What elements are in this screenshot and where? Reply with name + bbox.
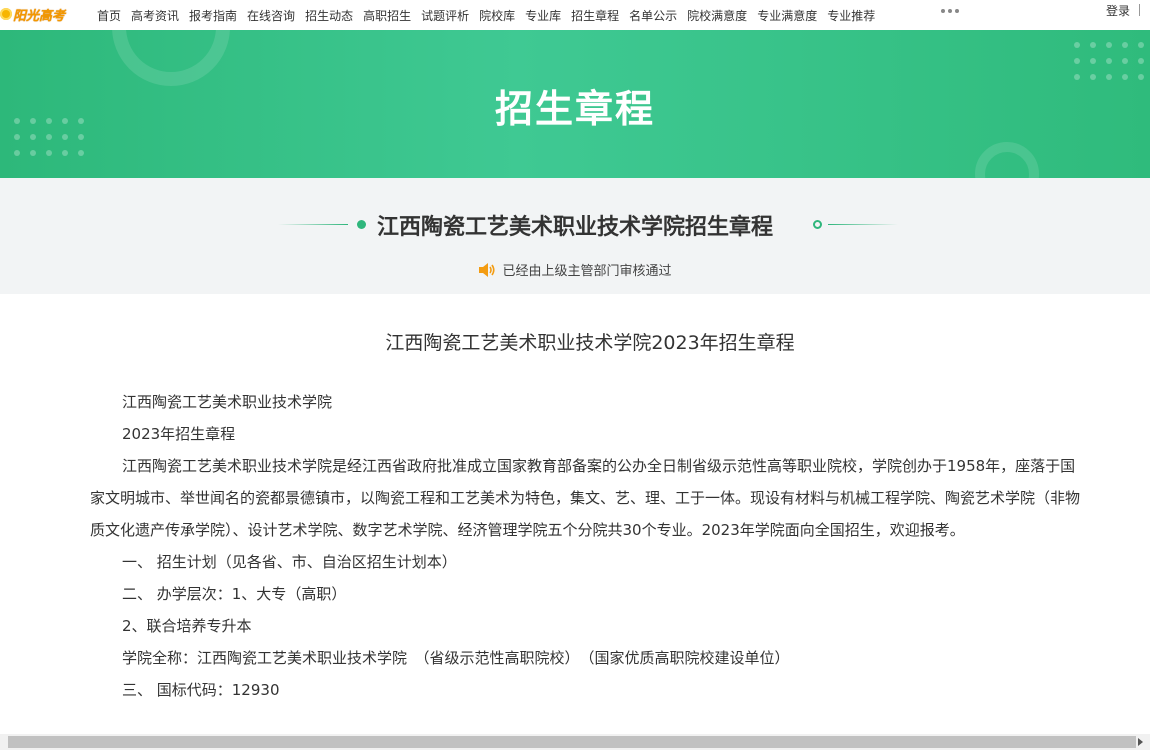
- verification-notice: 已经由上级主管部门审核通过: [0, 260, 1150, 279]
- verification-text: 已经由上级主管部门审核通过: [502, 264, 672, 279]
- nav-item-guide[interactable]: 报考指南: [184, 7, 242, 24]
- nav-item-exam-analysis[interactable]: 试题评析: [416, 7, 474, 24]
- decorative-line-right: [828, 224, 898, 225]
- decorative-ring: [975, 142, 1039, 178]
- nav-item-major-recommend[interactable]: 专业推荐: [822, 7, 880, 24]
- more-menu-icon[interactable]: [941, 9, 959, 13]
- paragraph: 2023年招生章程: [122, 425, 236, 443]
- paragraph: 三、 国标代码：12930: [122, 681, 280, 699]
- paragraph: 学院全称：江西陶瓷工艺美术职业技术学院 （省级示范性高职院校） （国家优质高职院…: [122, 649, 790, 667]
- article-title: 江西陶瓷工艺美术职业技术学院2023年招生章程: [385, 332, 795, 354]
- school-title: 江西陶瓷工艺美术职业技术学院招生章程: [376, 215, 773, 240]
- nav-item-admission-news[interactable]: 招生动态: [300, 7, 358, 24]
- site-logo[interactable]: 阳光高考: [0, 3, 65, 25]
- paragraph: 二、 办学层次：1、大专（高职）: [122, 585, 347, 603]
- nav-item-school-satisfaction[interactable]: 院校满意度: [682, 7, 752, 24]
- nav-menu: 首页 高考资讯 报考指南 在线咨询 招生动态 高职招生 试题评析 院校库 专业库…: [92, 0, 880, 30]
- horizontal-scrollbar[interactable]: [0, 734, 1150, 750]
- decorative-dot-right: [813, 220, 822, 229]
- paragraph: 2、联合培养专升本: [122, 617, 252, 635]
- scroll-right-arrow-icon[interactable]: [1138, 738, 1143, 746]
- top-navbar: 阳光高考 首页 高考资讯 报考指南 在线咨询 招生动态 高职招生 试题评析 院校…: [0, 0, 1150, 31]
- nav-item-consult[interactable]: 在线咨询: [242, 7, 300, 24]
- nav-item-vocational[interactable]: 高职招生: [358, 7, 416, 24]
- article-body: 江西陶瓷工艺美术职业技术学院 2023年招生章程 江西陶瓷工艺美术职业技术学院是…: [90, 386, 1090, 706]
- nav-item-public-list[interactable]: 名单公示: [624, 7, 682, 24]
- login-link[interactable]: 登录: [1106, 2, 1130, 19]
- nav-item-major-satisfaction[interactable]: 专业满意度: [752, 7, 822, 24]
- school-header: 江西陶瓷工艺美术职业技术学院招生章程 已经由上级主管部门审核通过: [0, 178, 1150, 294]
- nav-item-school-db[interactable]: 院校库: [474, 7, 520, 24]
- paragraph: 江西陶瓷工艺美术职业技术学院是经江西省政府批准成立国家教育部备案的公办全日制省级…: [90, 457, 1081, 539]
- page-banner: 招生章程: [0, 30, 1150, 178]
- scrollbar-thumb[interactable]: [8, 736, 1136, 748]
- nav-item-home[interactable]: 首页: [92, 7, 126, 24]
- nav-item-news[interactable]: 高考资讯: [126, 7, 184, 24]
- nav-item-regulations[interactable]: 招生章程: [566, 7, 624, 24]
- divider: [1139, 4, 1140, 16]
- speaker-icon: [479, 263, 496, 277]
- paragraph: 一、 招生计划（见各省、市、自治区招生计划本）: [122, 553, 457, 571]
- logo-text: 阳光高考: [13, 8, 66, 24]
- paragraph: 江西陶瓷工艺美术职业技术学院: [122, 393, 333, 411]
- decorative-dots: [1074, 42, 1144, 80]
- sun-logo-icon: [0, 8, 12, 20]
- banner-title: 招生章程: [494, 87, 655, 131]
- nav-item-major-db[interactable]: 专业库: [520, 7, 566, 24]
